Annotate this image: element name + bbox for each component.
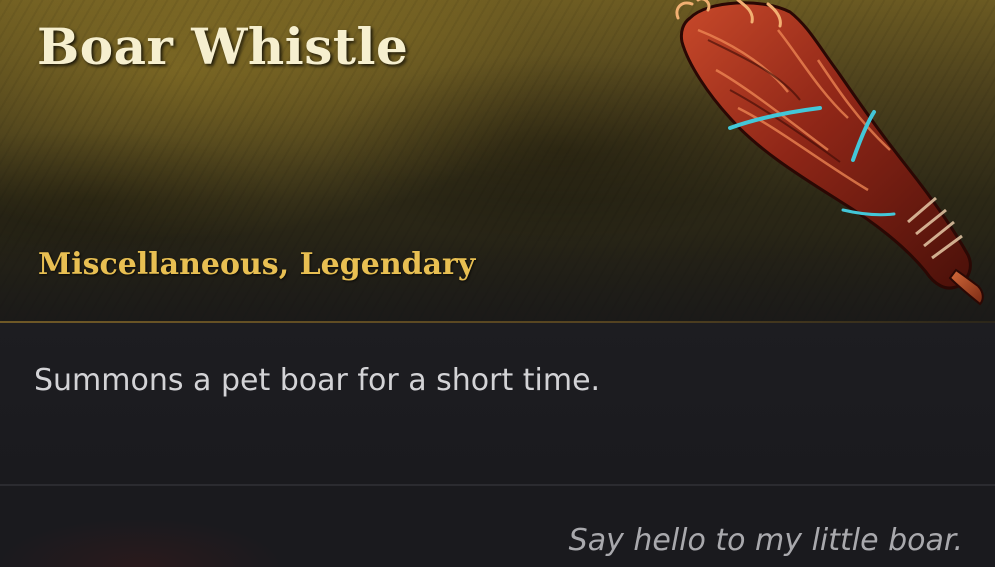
item-tooltip: Boar Whistle Miscellaneous, Legendary Su… xyxy=(0,0,995,567)
item-flavor-text: Say hello to my little boar. xyxy=(568,523,963,558)
item-name: Boar Whistle xyxy=(37,17,409,76)
item-description: Summons a pet boar for a short time. xyxy=(34,363,601,398)
item-type-line: Miscellaneous, Legendary xyxy=(38,247,476,282)
boar-whistle-icon xyxy=(675,0,984,306)
